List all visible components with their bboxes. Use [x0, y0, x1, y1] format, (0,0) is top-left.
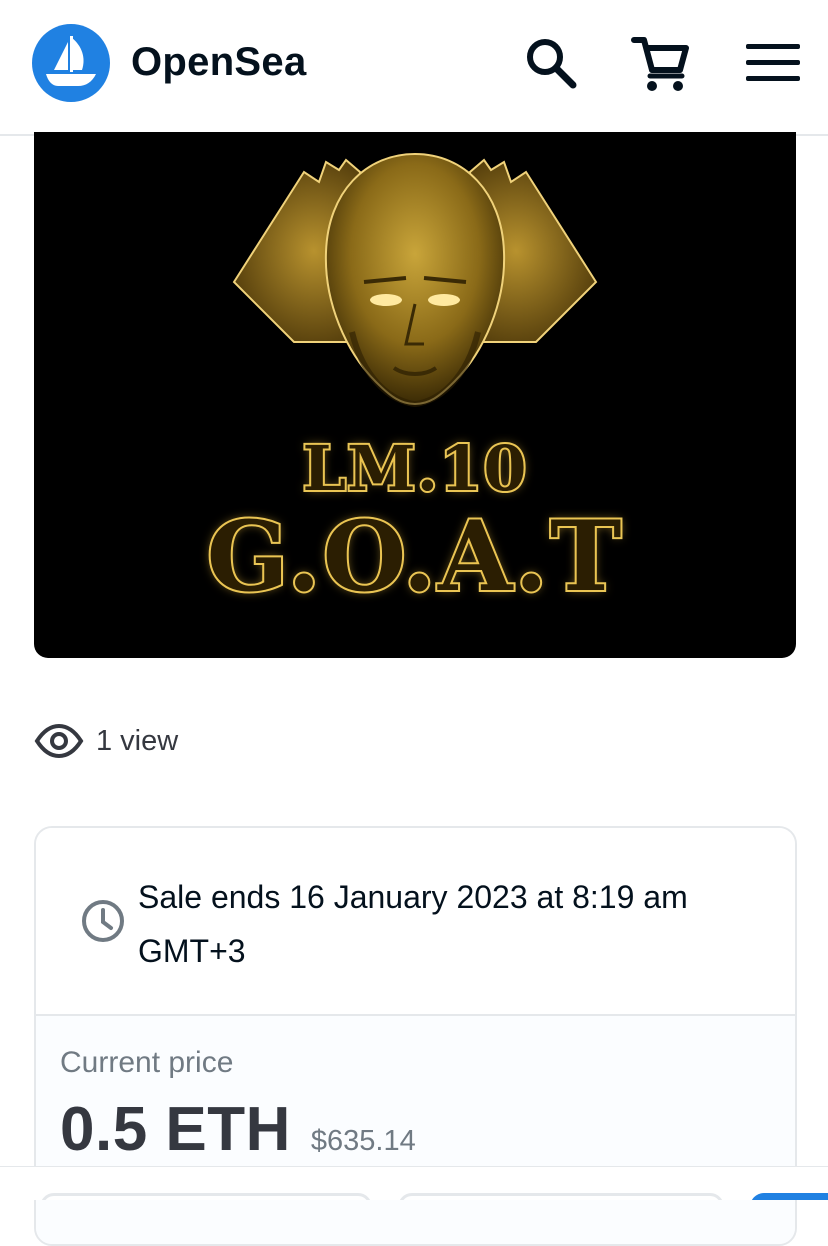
bottom-action-bar	[0, 1166, 828, 1200]
action-button-2[interactable]	[398, 1193, 724, 1200]
view-count-label: 1 view	[96, 724, 179, 757]
view-count: 1 view	[34, 718, 178, 764]
hamburger-menu-icon[interactable]	[740, 30, 806, 96]
cart-icon[interactable]	[628, 30, 694, 96]
price-usd: $635.14	[310, 1125, 416, 1157]
current-price-section: Current price 0.5 ETH $635.14	[36, 1016, 795, 1244]
action-button-1[interactable]	[40, 1193, 372, 1200]
current-price-label: Current price	[60, 1046, 234, 1079]
artwork-text-line1: LM.10	[300, 430, 528, 507]
price-eth: 0.5 ETH	[60, 1095, 291, 1164]
nft-artwork-image[interactable]: LM.10 G.O.A.T	[34, 132, 796, 658]
price-values: 0.5 ETH $635.14	[60, 1094, 416, 1165]
top-navbar: OpenSea	[0, 0, 828, 136]
clock-icon	[80, 898, 126, 944]
artwork-text-line2: G.O.A.T	[205, 498, 624, 615]
sale-end-text: Sale ends 16 January 2023 at 8:19 am GMT…	[138, 879, 688, 969]
sale-end-row: Sale ends 16 January 2023 at 8:19 am GMT…	[36, 828, 795, 1016]
artwork-illustration	[232, 152, 598, 408]
brand-name[interactable]: OpenSea	[131, 40, 307, 85]
search-icon[interactable]	[518, 30, 584, 96]
eye-icon	[34, 718, 84, 764]
primary-action-button[interactable]	[750, 1193, 828, 1200]
opensea-logo-icon[interactable]	[32, 24, 110, 102]
